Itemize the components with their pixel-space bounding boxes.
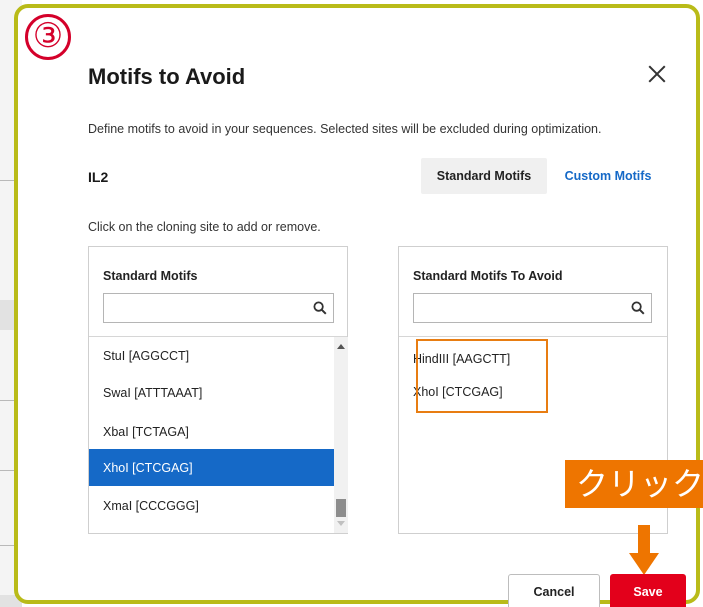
standard-motifs-panel: Standard Motifs StuI [AGGCCT] SwaI [ATTT… xyxy=(88,246,348,534)
tab-custom-motifs[interactable]: Custom Motifs xyxy=(553,158,663,194)
list-item[interactable]: XmaI [CCCGGG] xyxy=(89,487,334,524)
search-box xyxy=(103,293,334,323)
scroll-down-icon[interactable] xyxy=(337,521,345,526)
instruction-text: Click on the cloning site to add or remo… xyxy=(88,220,321,234)
list-item[interactable]: StuI [AGGCCT] xyxy=(89,337,334,374)
arrow-down-icon xyxy=(629,525,659,575)
search-input[interactable] xyxy=(414,294,623,322)
highlight-box xyxy=(416,339,548,413)
list-item[interactable]: XbaI [TCTAGA] xyxy=(89,413,334,450)
list-item[interactable]: SwaI [ATTTAAAT] xyxy=(89,374,334,411)
search-icon[interactable] xyxy=(313,301,327,315)
modal-description: Define motifs to avoid in your sequences… xyxy=(88,122,602,136)
scroll-up-icon[interactable] xyxy=(337,344,345,349)
list-item-selected[interactable]: XhoI [CTCGAG] xyxy=(89,449,334,486)
callout-label: クリック xyxy=(565,460,703,508)
motifs-modal: ③ Motifs to Avoid Define motifs to avoid… xyxy=(14,4,703,607)
panel-header: Standard Motifs xyxy=(103,269,198,283)
save-button[interactable]: Save xyxy=(610,574,686,607)
search-icon[interactable] xyxy=(631,301,645,315)
close-icon[interactable] xyxy=(645,62,669,86)
search-input[interactable] xyxy=(104,294,305,322)
scroll-thumb[interactable] xyxy=(336,499,346,517)
sequence-name: IL2 xyxy=(88,169,109,185)
modal-title: Motifs to Avoid xyxy=(88,64,246,89)
standard-motifs-list: StuI [AGGCCT] SwaI [ATTTAAAT] XbaI [TCTA… xyxy=(89,337,334,533)
panel-header: Standard Motifs To Avoid xyxy=(413,269,563,283)
step-badge: ③ xyxy=(25,14,71,60)
tab-standard-motifs[interactable]: Standard Motifs xyxy=(421,158,547,194)
list-scrollbar[interactable] xyxy=(334,337,348,533)
search-box xyxy=(413,293,652,323)
cancel-button[interactable]: Cancel xyxy=(508,574,600,607)
